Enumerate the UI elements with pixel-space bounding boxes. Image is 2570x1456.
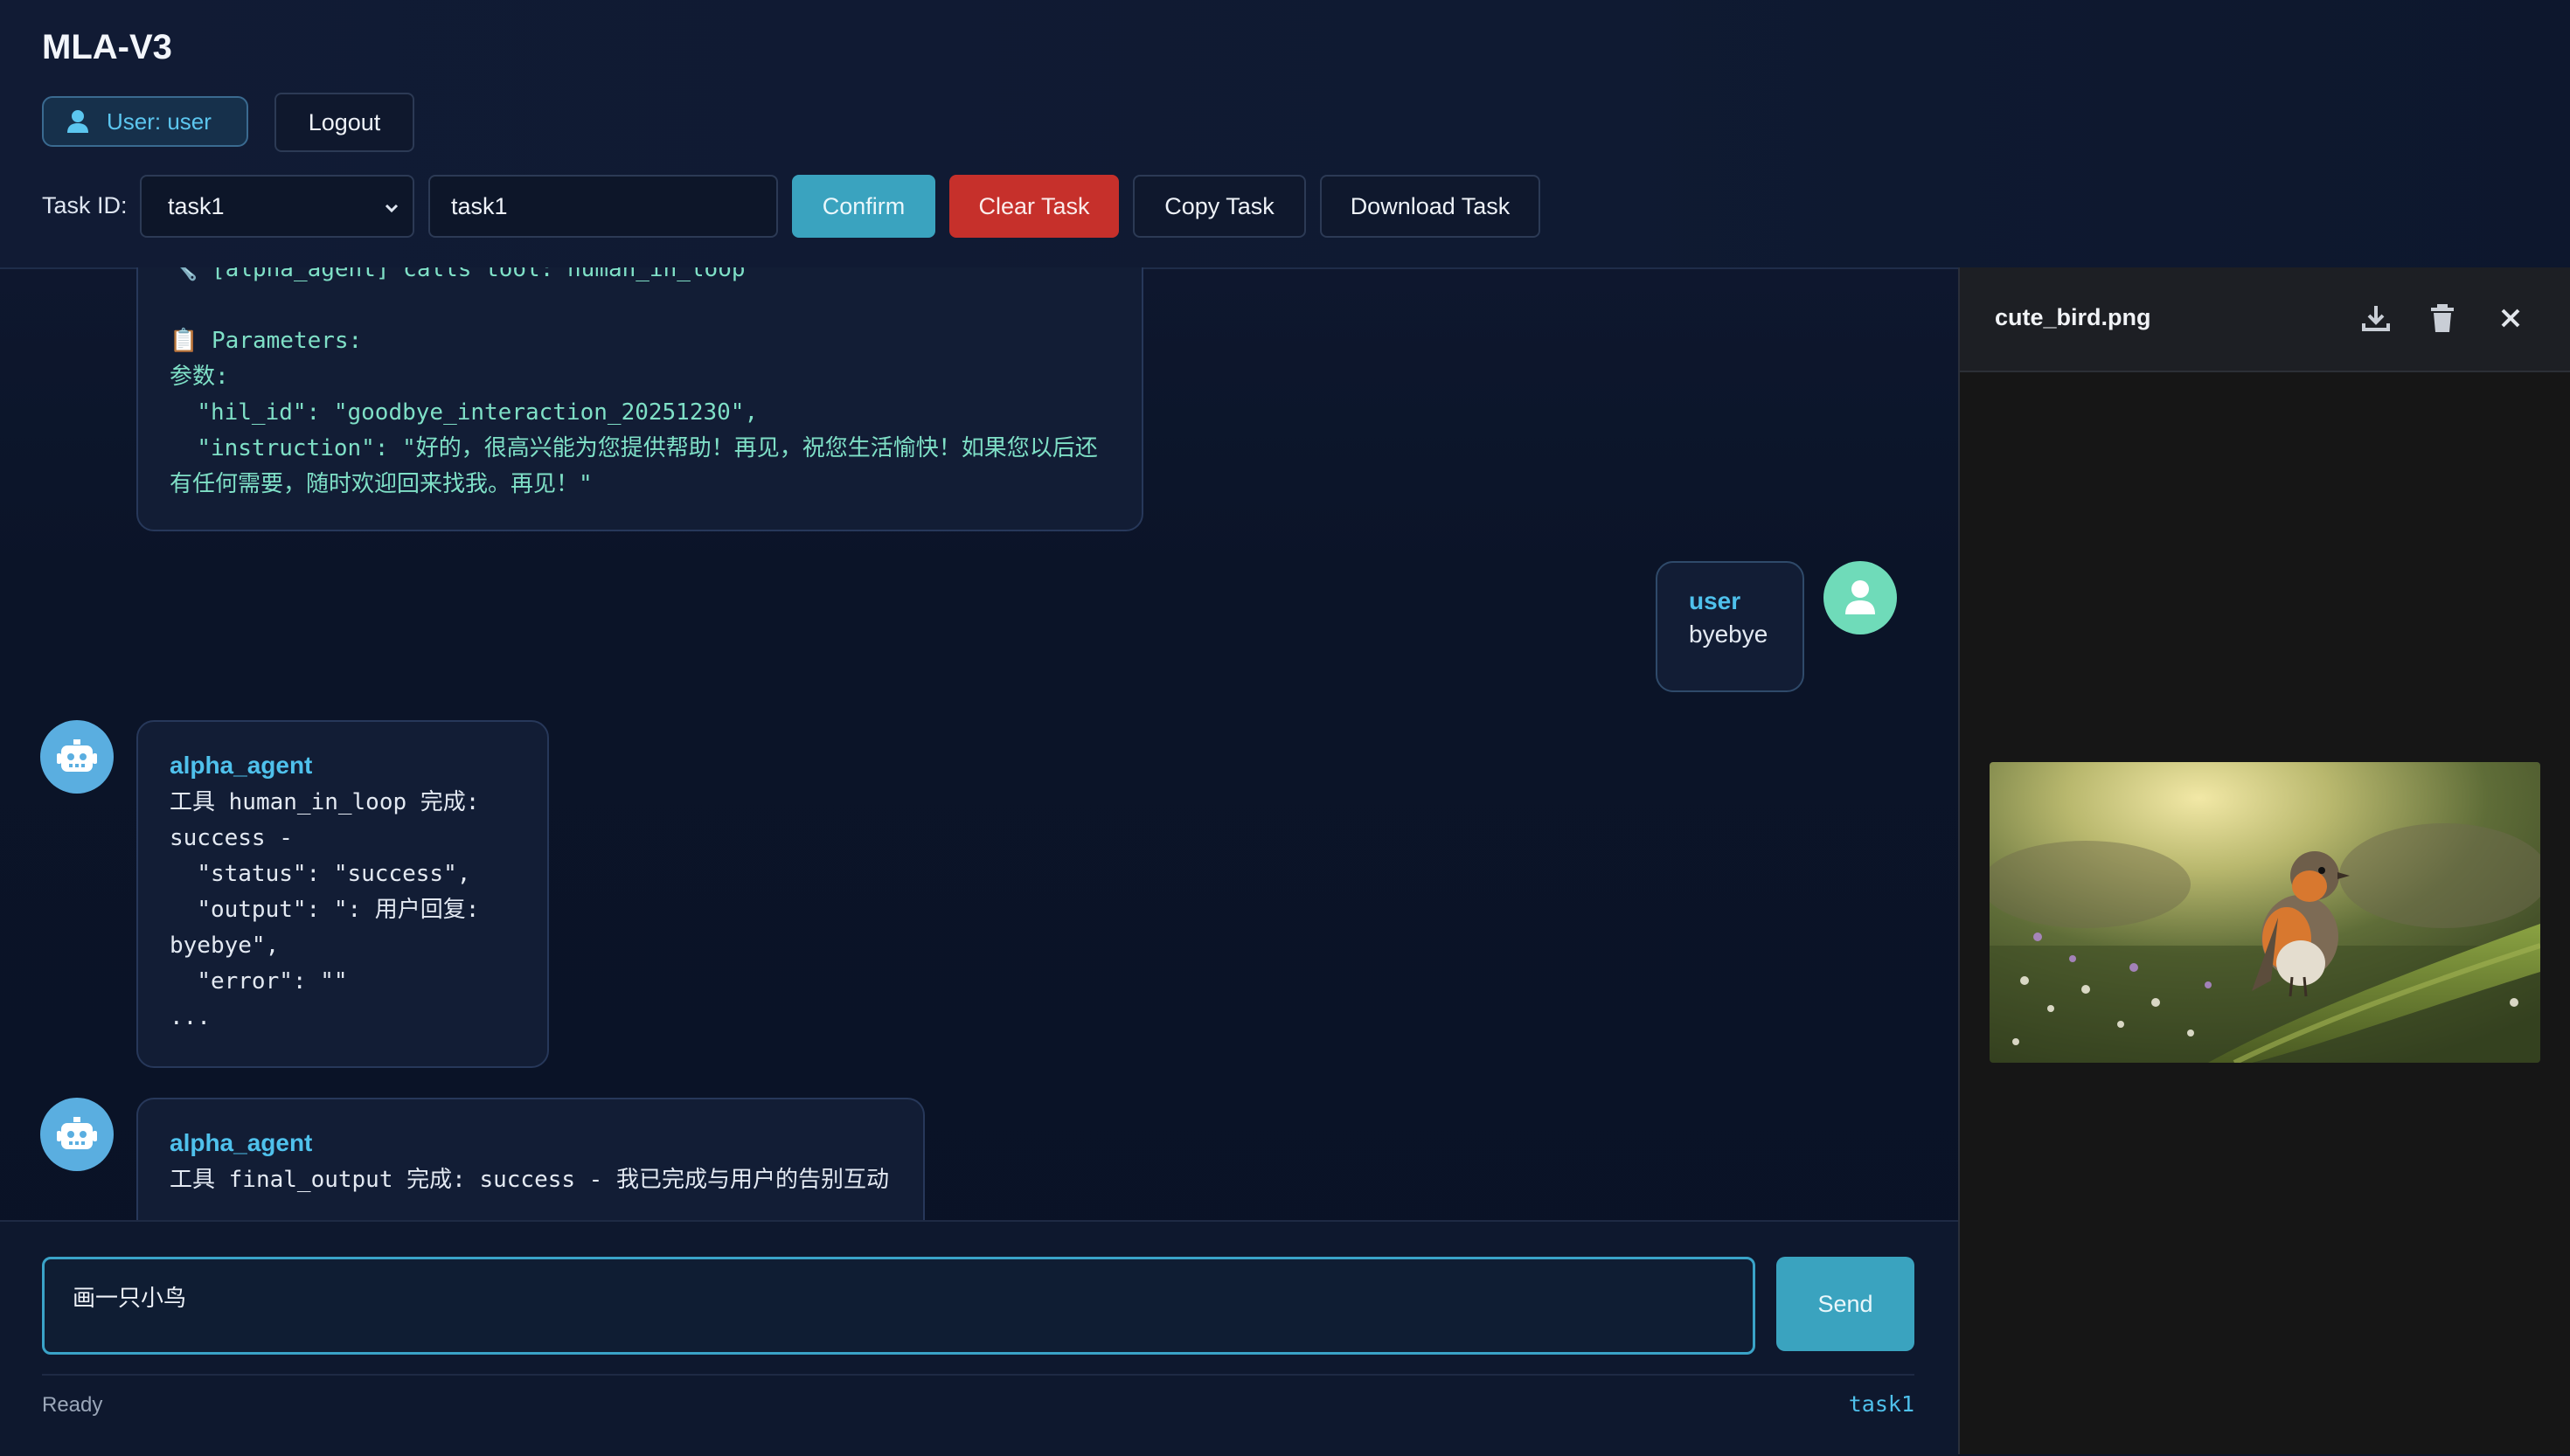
user-avatar [1823,561,1897,634]
message-sender: alpha_agent [170,1129,313,1156]
message-input[interactable]: 画一只小鸟 [42,1257,1755,1355]
chevron-down-icon [385,204,399,213]
status-divider [42,1374,1914,1376]
user-label: User: user [107,107,212,135]
task-id-label: Task ID: [42,192,128,218]
header: MLA-V3 User: user Logout Task ID: task1 … [0,0,2570,269]
clear-task-button[interactable]: Clear Task [949,175,1119,238]
user-badge[interactable]: User: user [42,96,248,147]
params-cn-label: 参数: [170,364,229,390]
message-line: "output": ": 用户回复: [170,897,480,923]
tool-call-line: 🔧 [alpha_agent] calls tool: human_in_loo… [170,267,746,282]
current-task-label: task1 [1848,1391,1914,1417]
chat-area[interactable]: 🔧 [alpha_agent] calls tool: human_in_loo… [0,267,1958,1220]
robot-icon [57,739,97,772]
message-sender: user [1689,587,1741,614]
message-line: ... [170,1004,211,1030]
message-line: 工具 human_in_loop 完成: [170,789,480,815]
download-task-button[interactable]: Download Task [1320,175,1540,238]
preview-filename: cute_bird.png [1995,304,2151,330]
message-line: success - [170,825,293,851]
message-line: byebye", [170,933,280,959]
tool-call-message: 🔧 [alpha_agent] calls tool: human_in_loo… [136,267,1143,531]
agent-avatar [40,720,114,794]
message-sender: alpha_agent [170,752,313,779]
task-select-value: task1 [168,192,225,219]
confirm-button[interactable]: Confirm [792,175,935,238]
send-button[interactable]: Send [1776,1257,1914,1351]
composer: 画一只小鸟 Send Ready task1 [0,1220,1958,1456]
app-root: MLA-V3 User: user Logout Task ID: task1 … [0,0,2570,1456]
copy-task-button[interactable]: Copy Task [1133,175,1306,238]
message-line: "status": "success", [170,861,471,887]
preview-header: cute_bird.png [1960,267,2570,372]
app-title: MLA-V3 [42,28,172,66]
task-id-input[interactable]: task1 [428,175,778,238]
agent-avatar [40,1098,114,1171]
user-message: user byebye [1656,561,1804,692]
file-preview-panel: cute_bird.png [1958,267,2570,1454]
close-icon[interactable] [2493,301,2528,336]
status-text: Ready [42,1393,103,1417]
agent-message: alpha_agent 工具 human_in_loop 完成: success… [136,720,549,1068]
robot-icon [57,1117,97,1149]
message-line: "error": "" [170,968,348,995]
instruction-line: "instruction": "好的，很高兴能为您提供帮助！再见，祝您生活愉快！… [170,435,1098,497]
bird-image [1990,762,2540,1063]
user-avatar-icon [1845,580,1875,614]
message-text: 工具 final_output 完成: success - 我已完成与用户的告别… [170,1167,889,1193]
hil-id-line: "hil_id": "goodbye_interaction_20251230"… [170,399,759,426]
trash-icon[interactable] [2425,301,2460,336]
user-icon [67,110,88,133]
agent-message: alpha_agent 工具 final_output 完成: success … [136,1098,925,1220]
download-icon[interactable] [2358,301,2393,336]
logout-button[interactable]: Logout [274,93,414,152]
parameters-line: 📋 Parameters: [170,328,363,354]
task-select[interactable]: task1 [140,175,414,238]
message-text: byebye [1689,621,1768,648]
